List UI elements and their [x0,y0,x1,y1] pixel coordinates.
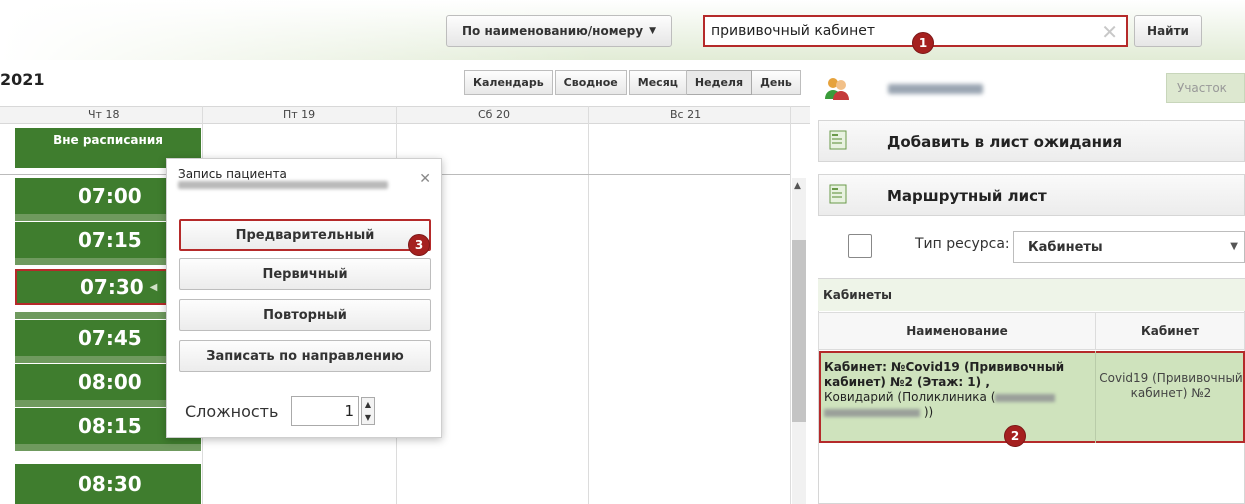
time-slot-label: 07:30 [80,275,144,299]
chevron-down-icon: ▼ [649,26,656,36]
time-slot-label: 07:00 [78,184,142,208]
route-sheet-icon [829,184,847,204]
close-icon[interactable]: ✕ [419,171,431,187]
book-by-referral-button[interactable]: Записать по направлению [179,340,431,372]
resource-checkbox[interactable] [848,234,872,258]
uchastok-button[interactable]: Участок [1166,73,1245,103]
grid-divider [1095,351,1096,443]
caret-left-icon: ◀ [149,281,158,293]
time-slot-label: 07:15 [78,228,142,252]
view-summary-button[interactable]: Сводное [554,70,627,95]
day-header-sun: Вс 21 [670,108,702,121]
time-slot-label: 08:15 [78,414,142,438]
cabinets-header: Кабинеты [818,279,1245,311]
day-header-row: Чт 18 Пт 19 Сб 20 Вс 21 [0,106,810,124]
search-input-value: прививочный кабинет [711,23,876,39]
chevron-down-icon: ▼ [1230,241,1238,252]
step-badge-2: 2 [1004,425,1026,447]
stepper-down-icon[interactable]: ▼ [365,413,371,422]
resource-type-value: Кабинеты [1028,240,1103,255]
time-slot-label: 08:30 [78,472,142,496]
grid-divider [790,106,791,504]
view-month-button[interactable]: Месяц [628,70,687,95]
repeat-button[interactable]: Повторный [179,299,431,331]
view-calendar-button[interactable]: Календарь [464,70,553,95]
waitlist-label: Добавить в лист ожидания [887,133,1123,151]
table-row[interactable]: Кабинет: №Covid19 (Прививочный кабинет) … [819,351,1245,443]
day-header-fri: Пт 19 [283,108,316,121]
view-week-button[interactable]: Неделя [686,70,753,95]
resource-type-label: Тип ресурса: [915,236,1010,252]
cabinets-title: Кабинеты [823,288,892,302]
primary-button[interactable]: Первичный [179,258,431,290]
cabinet-name-rest: Ковидарий (Поликлиника ( [824,390,996,404]
add-to-waitlist-button[interactable]: Добавить в лист ожидания [818,120,1245,162]
search-mode-dropdown[interactable]: По наименованию/номеру ▼ [446,15,672,47]
day-header-sat: Сб 20 [478,108,510,121]
column-header-cabinet[interactable]: Кабинет [1095,312,1245,350]
redacted-text [995,393,1056,402]
cabinet-name-cell: Кабинет: №Covid19 (Прививочный кабинет) … [824,360,1086,420]
redacted-text [824,408,920,417]
cabinet-number-cell: Covid19 (Прививочный кабинет) №2 [1099,371,1243,400]
complexity-label: Сложность [185,402,279,421]
doctor-name-redacted [888,84,983,94]
cabinet-name-bold: Кабинет: №Covid19 (Прививочный кабинет) … [824,360,1065,389]
grid-divider [588,106,589,504]
slot-divider [15,444,201,451]
time-slot-0830[interactable]: 08:30 [15,464,201,504]
clear-icon[interactable]: ✕ [1101,20,1118,44]
step-badge-3: 3 [408,234,430,256]
scroll-up-icon[interactable]: ▲ [794,181,801,191]
complexity-input[interactable]: 1 [291,396,359,426]
search-mode-label: По наименованию/номеру [462,24,644,38]
waitlist-icon [829,130,847,150]
stepper-up-icon[interactable]: ▲ [365,400,371,409]
view-day-button[interactable]: День [752,70,801,95]
column-header-name[interactable]: Наименование [818,312,1096,350]
cabinet-name-end: )) [923,405,934,419]
calendar-view-switcher: Календарь Сводное Месяц Неделя День [464,70,801,95]
day-header-thu: Чт 18 [88,108,120,121]
preliminary-button[interactable]: Предварительный [179,219,431,251]
calendar-year: 2021 [0,70,45,89]
step-badge-1: 1 [912,32,934,54]
calendar-scrollbar-thumb[interactable] [792,240,806,422]
route-sheet-button[interactable]: Маршрутный лист [818,174,1245,216]
patient-name-redacted [178,181,388,189]
time-slot-label: 08:00 [78,370,142,394]
find-button[interactable]: Найти [1134,15,1202,47]
time-slot-label: 07:45 [78,326,142,350]
popup-title: Запись пациента [178,167,287,181]
route-sheet-label: Маршрутный лист [887,187,1047,205]
patient-booking-popup: Запись пациента ✕ Предварительный Первич… [166,158,442,438]
user-avatar-icon [825,78,849,100]
scheduling-screen: По наименованию/номеру ▼ прививочный каб… [0,0,1245,504]
complexity-stepper[interactable]: ▲ ▼ [361,397,375,425]
resource-type-select[interactable]: Кабинеты ▼ [1013,231,1245,263]
